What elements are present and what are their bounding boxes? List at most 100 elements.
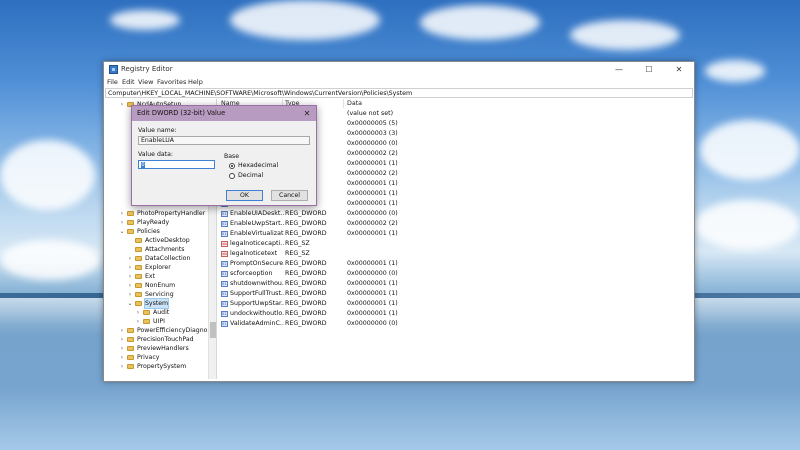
hexadecimal-radio[interactable]: [229, 163, 235, 169]
tree-item[interactable]: › Audit: [105, 308, 207, 317]
value-data: 0x00000001 (1): [347, 280, 398, 287]
value-name: EnableUIADeskt...: [230, 210, 284, 217]
folder-icon: [135, 292, 142, 297]
tree-item[interactable]: › PrecisionTouchPad: [105, 335, 207, 344]
tree-item[interactable]: Attachments: [105, 245, 207, 254]
value-row[interactable]: 011shutdownwithou...REG_DWORD 0x00000001 …: [219, 279, 689, 289]
value-type: REG_DWORD: [285, 310, 327, 317]
maximize-button[interactable]: ☐: [634, 62, 664, 77]
chevron-right-icon[interactable]: ›: [119, 209, 125, 218]
value-type: REG_DWORD: [285, 320, 327, 327]
chevron-right-icon[interactable]: ›: [119, 335, 125, 344]
base-group: Base Hexadecimal Decimal: [221, 153, 307, 183]
tree-item[interactable]: › Servicing: [105, 290, 207, 299]
chevron-right-icon[interactable]: ›: [119, 362, 125, 371]
chevron-right-icon[interactable]: ›: [135, 317, 141, 326]
chevron-right-icon[interactable]: ›: [127, 263, 133, 272]
cancel-button[interactable]: Cancel: [271, 190, 308, 201]
value-row[interactable]: 011scforceoption REG_DWORD 0x00000000 (0): [219, 269, 689, 279]
menu-bar: File Edit View Favorites Help: [104, 77, 694, 88]
chevron-right-icon[interactable]: ›: [135, 308, 141, 317]
folder-icon: [135, 283, 142, 288]
value-data-input[interactable]: 0: [138, 160, 215, 169]
tree-item[interactable]: ⌄ System: [105, 298, 207, 309]
value-name: SupportUwpStar...: [230, 300, 284, 307]
value-row[interactable]: 011PromptOnSecure...REG_DWORD 0x00000001 …: [219, 259, 689, 269]
edit-dword-dialog: Edit DWORD (32-bit) Value ✕ Value name: …: [131, 105, 317, 206]
chevron-down-icon[interactable]: ⌄: [119, 227, 125, 236]
hexadecimal-label[interactable]: Hexadecimal: [238, 162, 278, 169]
chevron-right-icon[interactable]: ›: [127, 281, 133, 290]
folder-icon: [127, 229, 134, 234]
chevron-right-icon[interactable]: ›: [127, 272, 133, 281]
title-bar[interactable]: Registry Editor — ☐ ✕: [104, 62, 694, 77]
menu-view[interactable]: View: [138, 78, 153, 86]
menu-edit[interactable]: Edit: [122, 78, 135, 86]
chevron-right-icon[interactable]: ›: [127, 290, 133, 299]
tree-item[interactable]: › DataCollection: [105, 254, 207, 263]
chevron-right-icon[interactable]: ›: [119, 100, 125, 109]
value-data: 0x00000002 (2): [347, 220, 398, 227]
tree-item-label: PreviewHandlers: [137, 345, 189, 352]
value-name: legalnoticetext: [230, 250, 278, 257]
tree-item-label: Attachments: [145, 246, 185, 253]
tree-item[interactable]: ActiveDesktop: [105, 236, 207, 245]
column-header-data[interactable]: Data: [347, 99, 362, 108]
tree-item-label: ActiveDesktop: [145, 237, 190, 244]
tree-item[interactable]: › PhotoPropertyHandler: [105, 209, 207, 218]
close-button[interactable]: ✕: [664, 62, 694, 77]
chevron-right-icon[interactable]: ›: [119, 353, 125, 362]
value-type: REG_SZ: [285, 250, 310, 257]
tree-item[interactable]: ⌄ Policies: [105, 227, 207, 236]
menu-help[interactable]: Help: [188, 78, 203, 86]
tree-scroll-thumb[interactable]: [210, 322, 216, 338]
value-row[interactable]: ab legalnoticetext REG_SZ: [219, 249, 689, 259]
value-data: (value not set): [347, 110, 394, 117]
decimal-label[interactable]: Decimal: [238, 172, 263, 179]
dialog-close-button[interactable]: ✕: [301, 106, 313, 121]
tree-item-label: Servicing: [145, 291, 174, 298]
dword-value-icon: 011: [221, 321, 228, 327]
string-value-icon: ab: [221, 241, 228, 247]
tree-item[interactable]: › PowerEfficiencyDiagno: [105, 326, 208, 335]
menu-favorites[interactable]: Favorites: [157, 78, 186, 86]
tree-item[interactable]: › PreviewHandlers: [105, 344, 207, 353]
folder-icon: [135, 238, 142, 243]
tree-item[interactable]: › Ext: [105, 272, 207, 281]
value-data: 0x00000001 (1): [347, 290, 398, 297]
chevron-right-icon[interactable]: ›: [119, 218, 125, 227]
dword-value-icon: 011: [221, 211, 228, 217]
folder-icon: [127, 355, 134, 360]
value-type: REG_DWORD: [285, 300, 327, 307]
value-row[interactable]: 011SupportFullTrust...REG_DWORD 0x0000000…: [219, 289, 689, 299]
value-row[interactable]: 011undockwithoutlo...REG_DWORD 0x00000001…: [219, 309, 689, 319]
value-row[interactable]: 011ValidateAdminC...REG_DWORD 0x00000000 …: [219, 319, 689, 329]
value-row[interactable]: 011EnableUwpStart...REG_DWORD 0x00000002 …: [219, 219, 689, 229]
chevron-down-icon[interactable]: ⌄: [127, 299, 133, 308]
folder-icon: [135, 247, 142, 252]
address-bar[interactable]: Computer\HKEY_LOCAL_MACHINE\SOFTWARE\Mic…: [105, 88, 693, 98]
column-divider[interactable]: [343, 99, 344, 108]
value-type: REG_DWORD: [285, 270, 327, 277]
ok-button[interactable]: OK: [226, 190, 263, 201]
tree-item[interactable]: › PlayReady: [105, 218, 207, 227]
value-row[interactable]: 011EnableVirtualizat...REG_DWORD 0x000000…: [219, 229, 689, 239]
tree-item[interactable]: › Privacy: [105, 353, 207, 362]
value-row[interactable]: 011EnableUIADeskt...REG_DWORD 0x00000000 …: [219, 209, 689, 219]
tree-item[interactable]: › NonEnum: [105, 281, 207, 290]
tree-item[interactable]: › Explorer: [105, 263, 207, 272]
menu-file[interactable]: File: [107, 78, 118, 86]
value-row[interactable]: ab legalnoticecapti... REG_SZ: [219, 239, 689, 249]
folder-icon: [143, 319, 150, 324]
decimal-radio[interactable]: [229, 173, 235, 179]
dialog-title[interactable]: Edit DWORD (32-bit) Value: [132, 106, 316, 121]
value-row[interactable]: 011SupportUwpStar...REG_DWORD 0x00000001 …: [219, 299, 689, 309]
tree-item[interactable]: › PropertySystem: [105, 362, 207, 371]
value-name-label: Value name:: [138, 127, 177, 134]
chevron-right-icon[interactable]: ›: [127, 254, 133, 263]
chevron-right-icon[interactable]: ›: [119, 344, 125, 353]
tree-item[interactable]: › UIPI: [105, 317, 207, 326]
value-data: 0x00000001 (1): [347, 180, 398, 187]
chevron-right-icon[interactable]: ›: [119, 326, 125, 335]
minimize-button[interactable]: —: [604, 62, 634, 77]
